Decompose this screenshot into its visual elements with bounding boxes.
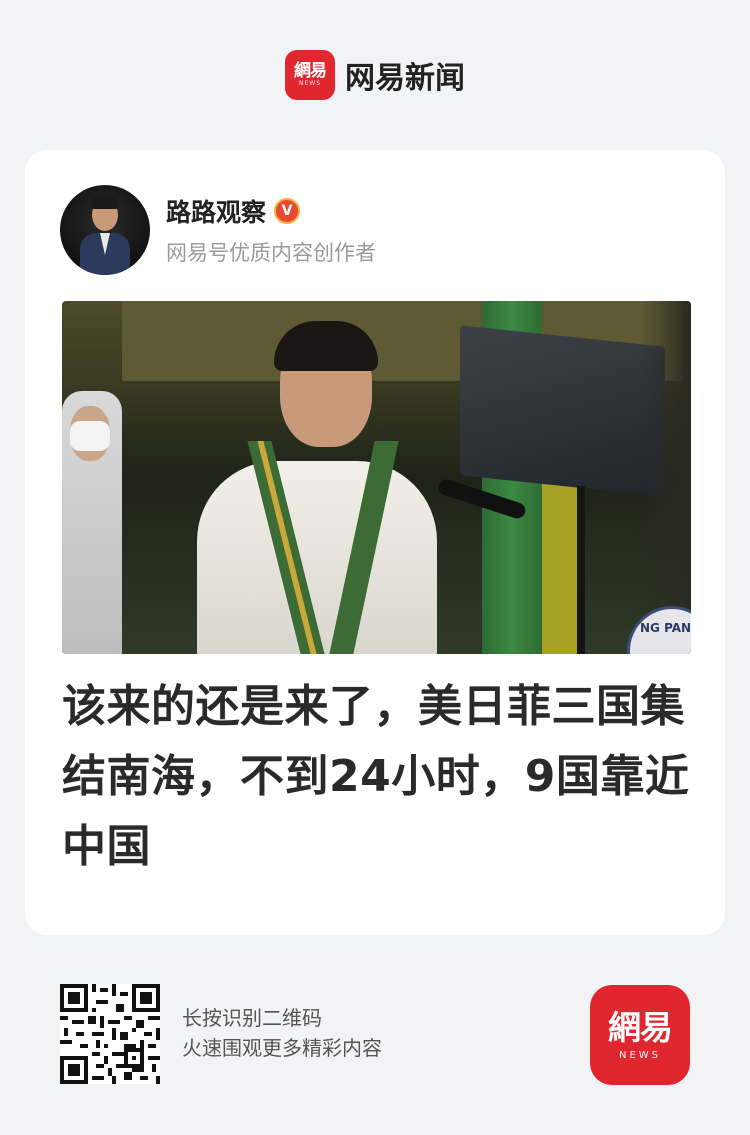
verified-badge-icon: V xyxy=(274,198,301,224)
logo-en-text: NEWS xyxy=(298,80,322,87)
author-name-row: 路路观察 V xyxy=(166,193,376,229)
author-info: 路路观察 V 网易号优质内容创作者 xyxy=(166,193,376,267)
article-headline[interactable]: 该来的还是来了，美日菲三国集结南海，不到24小时，9国靠近中国 xyxy=(62,672,692,882)
article-card[interactable]: 路路观察 V 网易号优质内容创作者 NG PANGU xyxy=(25,150,725,935)
netease-logo-icon: 網易 NEWS xyxy=(285,50,335,100)
app-logo-cn-text: 網易 xyxy=(608,1007,673,1047)
logo-cn-text: 網易 xyxy=(294,61,327,81)
qr-line-2: 火速围观更多精彩内容 xyxy=(182,1036,382,1060)
app-logo-en-text: NEWS xyxy=(618,1049,662,1061)
qr-code-icon xyxy=(60,984,160,1084)
share-page: 網易 NEWS 网易新闻 路路观察 V 网易号优质内容创作者 NG PAN 该来… xyxy=(0,0,750,1135)
teleprompter-graphic xyxy=(460,325,665,497)
podium-seal: NG PANGU xyxy=(627,606,691,654)
qr-line-1: 长按识别二维码 xyxy=(182,1006,322,1030)
author-subtitle: 网易号优质内容创作者 xyxy=(166,241,376,265)
author-name[interactable]: 路路观察 xyxy=(166,193,266,229)
author-block[interactable]: 路路观察 V 网易号优质内容创作者 xyxy=(60,185,376,275)
avatar[interactable] xyxy=(60,185,150,275)
qr-code[interactable] xyxy=(60,984,160,1084)
qr-instructions: 长按识别二维码 火速围观更多精彩内容 xyxy=(182,1003,382,1063)
article-photo[interactable]: NG PANGU xyxy=(62,301,691,654)
app-name: 网易新闻 xyxy=(345,61,465,96)
netease-app-logo-icon[interactable]: 網易 NEWS xyxy=(590,985,690,1085)
brand-header: 網易 NEWS 网易新闻 xyxy=(0,50,750,100)
